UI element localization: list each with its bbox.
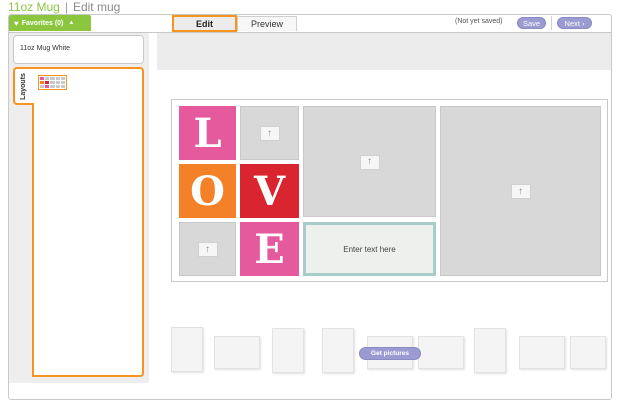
save-button[interactable]: Save [517, 17, 546, 29]
layouts-panel-edge [32, 103, 34, 377]
upload-arrow-icon: ↑ [197, 242, 218, 257]
photo-thumbnail[interactable] [474, 328, 506, 373]
letter-tile-v[interactable]: V [240, 164, 299, 218]
favorites-tab[interactable]: ♥ Favorites (0) ▲ [9, 15, 91, 31]
letter-tile-l[interactable]: L [179, 106, 236, 160]
caret-up-icon: ▲ [68, 20, 75, 26]
photo-thumbnail[interactable] [272, 328, 304, 373]
layouts-panel [32, 67, 144, 377]
chevron-right-icon: › [581, 18, 585, 28]
tab-preview[interactable]: Preview [237, 16, 297, 31]
editor-frame: ♥ Favorites (0) ▲ Edit Preview (Not yet … [8, 14, 612, 400]
get-pictures-button[interactable]: Get pictures [359, 347, 421, 360]
next-label: Next [564, 18, 580, 28]
save-label: Save [522, 18, 541, 28]
photo-thumbnail[interactable] [570, 336, 606, 369]
photo-slot[interactable]: ↑ [303, 106, 436, 217]
design-canvas: L ↑ ↑ ↑ O V ↑ E Enter text here [171, 99, 608, 282]
next-button[interactable]: Next › [557, 17, 592, 29]
letter-tile-e[interactable]: E [240, 222, 299, 276]
upload-arrow-icon: ↑ [259, 126, 280, 141]
layout-thumbnail[interactable] [38, 75, 67, 90]
breadcrumb-separator: | [64, 0, 68, 14]
favorites-label: Favorites (0) [21, 19, 64, 27]
breadcrumb-product-link[interactable]: 11oz Mug [8, 0, 60, 14]
edit-toolbar [157, 33, 611, 70]
upload-arrow-icon: ↑ [359, 154, 380, 170]
photo-thumbnail[interactable] [322, 328, 354, 373]
photo-slot[interactable]: ↑ [240, 106, 299, 160]
photo-slot[interactable]: ↑ [179, 222, 236, 276]
photo-thumbnail[interactable] [418, 336, 464, 369]
breadcrumb-current-page: Edit mug [72, 0, 121, 14]
photo-thumbnail[interactable] [519, 336, 565, 369]
upload-arrow-icon: ↑ [510, 184, 531, 199]
photo-slot[interactable]: ↑ [440, 106, 601, 276]
breadcrumb: 11oz Mug | Edit mug [8, 0, 120, 14]
sidebar: 11oz Mug White Layouts [9, 33, 149, 383]
letter-tile-o[interactable]: O [179, 164, 236, 218]
save-status: (Not yet saved) [455, 18, 503, 25]
product-option-select[interactable]: 11oz Mug White [13, 35, 144, 64]
text-placeholder: Enter text here [343, 244, 396, 254]
photo-thumbnail[interactable] [171, 327, 203, 372]
toolbar-divider [551, 16, 552, 30]
text-slot[interactable]: Enter text here [303, 222, 436, 276]
heart-icon: ♥ [14, 18, 19, 28]
layouts-tab-label-wrap: Layouts [13, 67, 34, 105]
photo-thumbnail[interactable] [214, 336, 260, 369]
tab-edit[interactable]: Edit [172, 15, 237, 32]
layouts-tab-label: Layouts [20, 72, 27, 100]
